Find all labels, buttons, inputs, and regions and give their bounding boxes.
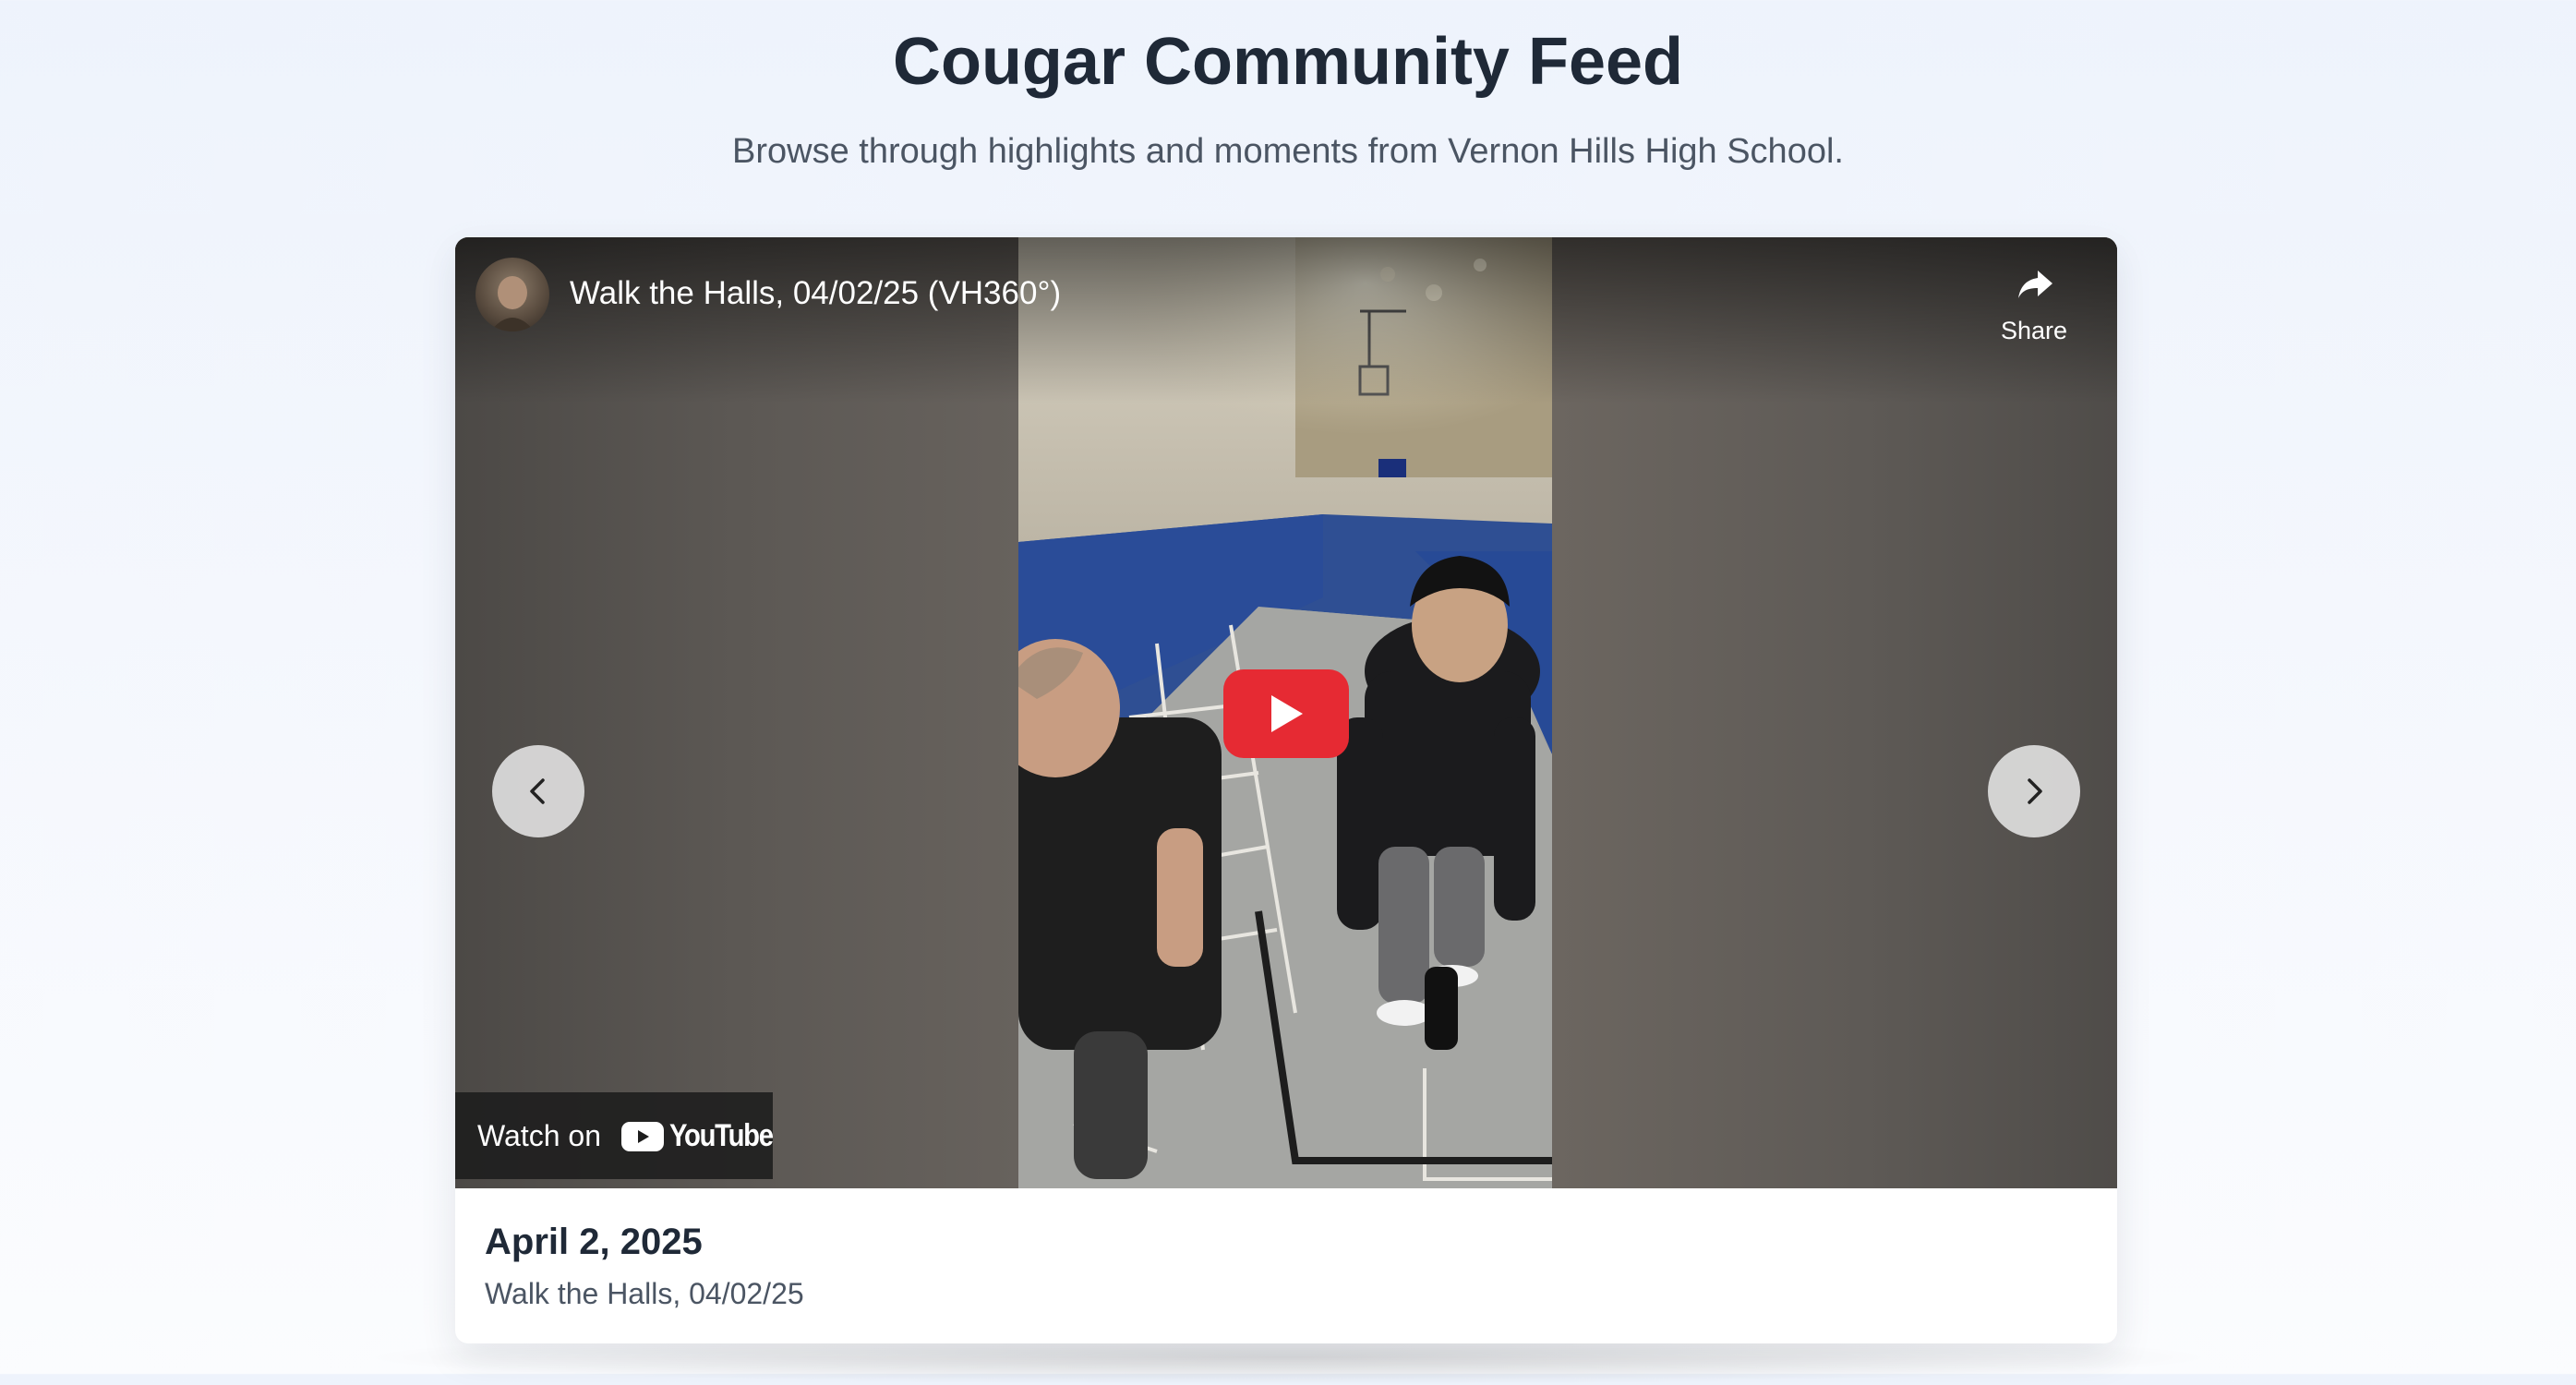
share-button[interactable]: Share (1988, 258, 2080, 359)
youtube-logo-icon (621, 1122, 664, 1151)
watch-on-label: Watch on (477, 1119, 601, 1152)
chevron-right-icon (2028, 778, 2042, 804)
page-subtitle: Browse through highlights and moments fr… (732, 132, 1844, 171)
share-arrow-icon (2018, 271, 2052, 298)
share-label: Share (2000, 317, 2068, 344)
chevron-left-icon (530, 778, 545, 804)
channel-avatar[interactable] (475, 258, 549, 331)
youtube-wordmark: YouTube (669, 1118, 774, 1153)
play-button[interactable] (1223, 669, 1349, 758)
post-caption: Walk the Halls, 04/02/25 (485, 1277, 804, 1310)
video-player[interactable]: Walk the Halls, 04/02/25 (VH360°) Share … (455, 237, 2117, 1188)
previous-button[interactable] (492, 745, 584, 837)
play-icon (1271, 695, 1303, 732)
post-date: April 2, 2025 (485, 1222, 703, 1262)
watch-on-youtube-button[interactable]: Watch on YouTube (455, 1092, 774, 1179)
avatar-image (490, 276, 535, 331)
page-title: Cougar Community Feed (892, 25, 1684, 99)
feed-card: Walk the Halls, 04/02/25 (VH360°) Share … (455, 237, 2117, 1343)
next-button[interactable] (1988, 745, 2080, 837)
video-top-overlay (455, 237, 2117, 403)
video-title[interactable]: Walk the Halls, 04/02/25 (VH360°) (570, 272, 1061, 315)
